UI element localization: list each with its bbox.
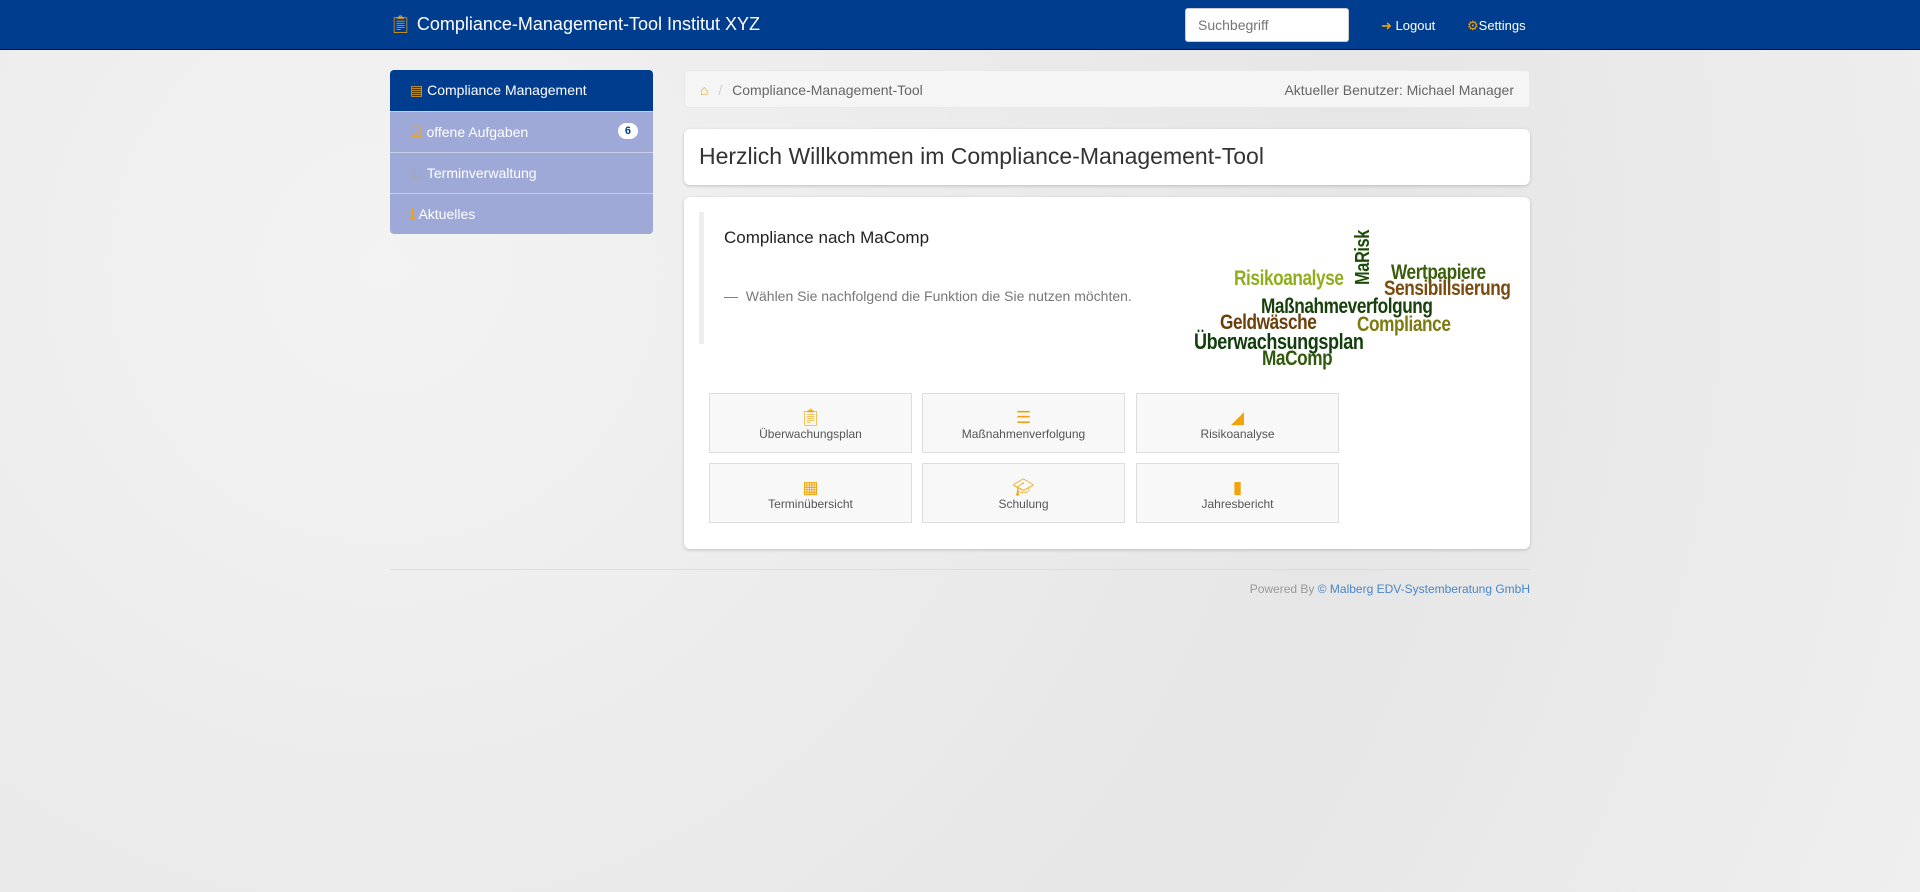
cloud-word: MaComp: [1262, 347, 1333, 370]
sidebar-item-terminverwaltung[interactable]: ▦ Terminverwaltung: [390, 152, 653, 193]
tile-risikoanalyse[interactable]: ◢ Risikoanalyse: [1136, 393, 1339, 453]
gear-icon: ⚙: [1467, 18, 1479, 33]
clipboard-icon: ▤: [410, 82, 424, 98]
cloud-word: Risikoanalyse: [1234, 267, 1344, 290]
word-cloud: Risikoanalyse MaRisk Wertpapiere Sensibi…: [1194, 230, 1524, 370]
sidebar-item-label: Aktuelles: [418, 206, 476, 222]
logout-label: Logout: [1395, 18, 1436, 33]
sidebar-item-label: Terminverwaltung: [426, 165, 537, 181]
current-user: Aktueller Benutzer: Michael Manager: [1284, 82, 1514, 98]
intro-quote: Compliance nach MaComp — Wählen Sie nach…: [699, 212, 1179, 344]
settings-link[interactable]: ⚙Settings: [1467, 18, 1526, 34]
welcome-panel: Herzlich Willkommen im Compliance-Manage…: [684, 129, 1530, 185]
count-badge: 6: [617, 123, 638, 139]
page-title: Herzlich Willkommen im Compliance-Manage…: [699, 143, 1264, 169]
cloud-word: Compliance: [1357, 313, 1451, 336]
search-input[interactable]: [1185, 8, 1349, 42]
tile-label: Risikoanalyse: [1200, 427, 1275, 441]
tile-schulung[interactable]: 🎓︎ Schulung: [922, 463, 1125, 523]
dash: —: [724, 288, 738, 304]
main-panel: Compliance nach MaComp — Wählen Sie nach…: [684, 197, 1530, 549]
logout-link[interactable]: ➜ Logout: [1381, 18, 1435, 34]
sidebar-item-compliance-management[interactable]: ▤ Compliance Management: [390, 70, 653, 111]
brand[interactable]: 📋︎ Compliance-Management-Tool Institut X…: [389, 14, 760, 35]
check-square-icon: ☑: [410, 124, 423, 140]
navbar: 📋︎ Compliance-Management-Tool Institut X…: [0, 0, 1920, 50]
tasks-icon: ☰: [1015, 408, 1032, 427]
tile-label: Maßnahmenverfolgung: [961, 427, 1086, 441]
settings-label: Settings: [1478, 18, 1526, 33]
footer-link[interactable]: © Malberg EDV-Systemberatung GmbH: [1318, 582, 1530, 596]
calendar-icon: ▦: [802, 478, 819, 497]
sign-out-icon: ➜: [1381, 18, 1392, 33]
tile-massnahmenverfolgung[interactable]: ☰ Maßnahmenverfolgung: [922, 393, 1125, 453]
tile-label: Schulung: [998, 497, 1049, 511]
book-icon: ▮: [1232, 478, 1243, 497]
tile-label: Jahresbericht: [1201, 497, 1274, 511]
sidebar: ▤ Compliance Management ☑ offene Aufgabe…: [390, 70, 653, 234]
footer-prefix: Powered By: [1249, 582, 1315, 596]
intro-text: Wählen Sie nachfolgend die Funktion die …: [745, 288, 1132, 304]
breadcrumb-current: Compliance-Management-Tool: [732, 82, 923, 98]
intro-text-row: — Wählen Sie nachfolgend die Funktion di…: [724, 288, 1179, 304]
footer: Powered By © Malberg EDV-Systemberatung …: [1250, 582, 1530, 596]
cloud-word: MaRisk: [1352, 230, 1374, 285]
area-chart-icon: ◢: [1230, 408, 1245, 427]
intro-heading: Compliance nach MaComp: [724, 228, 930, 247]
tile-terminuebersicht[interactable]: ▦ Terminübersicht: [709, 463, 912, 523]
brand-title: Compliance-Management-Tool Institut XYZ: [416, 14, 761, 34]
tile-label: Terminübersicht: [768, 497, 853, 511]
tile-ueberwachungsplan[interactable]: 📋︎ Überwachungsplan: [709, 393, 912, 453]
graduation-cap-icon: 🎓︎: [1012, 478, 1035, 497]
calendar-icon: ▦: [410, 165, 424, 181]
sidebar-item-label: offene Aufgaben: [426, 124, 529, 140]
clipboard-icon: 📋︎: [799, 408, 822, 427]
sidebar-item-label: Compliance Management: [427, 82, 587, 98]
breadcrumb: ⌂ / Compliance-Management-Tool Aktueller…: [684, 70, 1530, 108]
sidebar-item-aktuelles[interactable]: ℹ Aktuelles: [390, 193, 653, 234]
home-icon[interactable]: ⌂: [700, 82, 708, 98]
sidebar-item-offene-aufgaben[interactable]: ☑ offene Aufgaben 6: [390, 111, 653, 152]
clipboard-icon: 📋︎: [389, 14, 412, 34]
tile-jahresbericht[interactable]: ▮ Jahresbericht: [1136, 463, 1339, 523]
footer-divider: [390, 569, 1530, 570]
tile-label: Überwachungsplan: [759, 427, 862, 441]
info-icon: ℹ: [410, 206, 416, 222]
